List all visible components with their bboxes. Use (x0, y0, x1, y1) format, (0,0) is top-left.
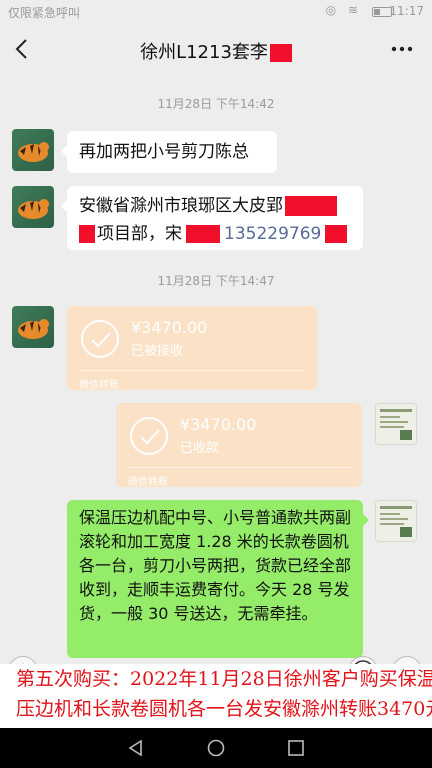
status-time: 11:17 (389, 4, 424, 18)
checkmark-icon (130, 417, 168, 455)
redaction-block (285, 196, 337, 216)
address-line-1: 安徽省滁州市琅琊区大皮郢 (79, 192, 351, 220)
message-bubble[interactable]: 再加两把小号剪刀陈总 (61, 131, 277, 173)
transfer-status: 已收款 (180, 441, 220, 456)
phone-number-link[interactable]: 135229769 (224, 224, 321, 244)
caption-overlay: 第五次购买：2022年11月28日徐州客户购买保温 压边机和长款卷圆机各一台发安… (0, 664, 432, 728)
timestamp: 11月28日 下午14:42 (157, 97, 275, 111)
transfer-amount: ¥3470.00 (180, 415, 257, 434)
transfer-source: 微信转账 (79, 380, 119, 390)
message-text: 安徽省滁州市琅琊区大皮郢 (79, 196, 283, 216)
chat-header: 徐州L1213套李 (0, 24, 432, 76)
chat-title: 徐州L1213套李 (0, 38, 432, 64)
system-nav-bar (0, 728, 432, 768)
carrier-text: 仅限紧急呼叫 (8, 6, 81, 20)
message-text: 再加两把小号剪刀陈总 (79, 142, 249, 162)
address-line-2: 项目部，宋 135229769 (79, 220, 351, 248)
recents-square-icon[interactable] (286, 738, 306, 758)
message-bubble-outgoing[interactable]: 保温压边机配中号、小号普通款共两副滚轮和加工宽度 1.28 米的长款卷圆机各一台… (67, 500, 369, 658)
timestamp: 11月28日 下午14:47 (157, 274, 275, 288)
message-text: 项目部，宋 (97, 224, 182, 244)
contact-avatar[interactable] (12, 306, 54, 348)
divider (79, 370, 305, 371)
message-text: 保温压边机配中号、小号普通款共两副滚轮和加工宽度 1.28 米的长款卷圆机各一台… (79, 508, 352, 623)
home-circle-icon[interactable] (206, 738, 226, 758)
redaction-block (186, 225, 220, 243)
contact-avatar[interactable] (12, 129, 54, 171)
signal-icons: ◎ ≋ (325, 3, 362, 17)
transfer-source: 微信转账 (128, 477, 168, 487)
self-avatar[interactable] (375, 403, 417, 445)
status-bar: 仅限紧急呼叫 ◎ ≋ 11:17 (0, 0, 432, 24)
caption-line-2: 压边机和长款卷圆机各一台发安徽滁州转账3470元 (16, 698, 432, 720)
transfer-amount: ¥3470.00 (131, 318, 208, 337)
redaction-block (79, 225, 95, 243)
checkmark-icon (81, 320, 119, 358)
transfer-status: 已被接收 (131, 344, 184, 359)
message-bubble[interactable]: 安徽省滁州市琅琊区大皮郢 项目部，宋 135229769 (61, 186, 363, 250)
self-avatar[interactable] (375, 500, 417, 542)
redaction-block (269, 44, 292, 62)
more-options-icon[interactable] (388, 36, 416, 62)
redaction-block (325, 225, 348, 243)
transfer-card-outgoing[interactable]: ¥3470.00 已收款 微信转账 (116, 403, 362, 487)
contact-avatar[interactable] (12, 186, 54, 228)
caption-line-1: 第五次购买：2022年11月28日徐州客户购买保温 (16, 668, 432, 690)
transfer-card-incoming[interactable]: ¥3470.00 已被接收 微信转账 (67, 306, 317, 390)
back-triangle-icon[interactable] (126, 738, 146, 758)
divider (128, 467, 350, 468)
chat-title-text: 徐州L1213套李 (140, 42, 268, 63)
